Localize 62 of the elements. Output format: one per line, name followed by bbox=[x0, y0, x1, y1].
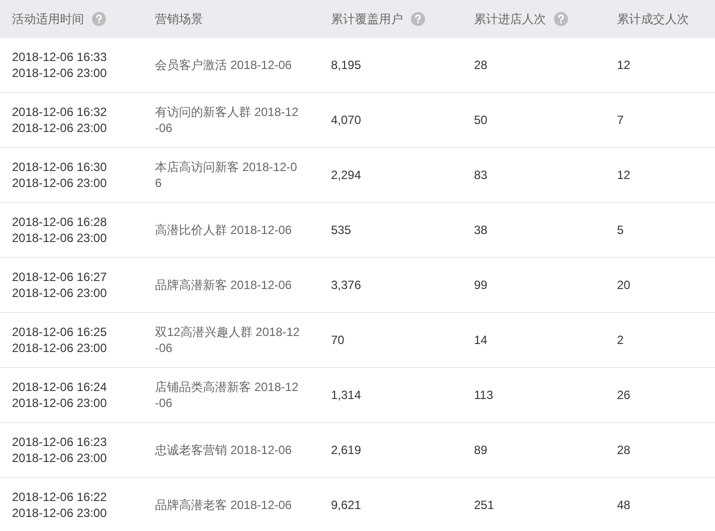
table-cell: 50 bbox=[474, 113, 488, 127]
help-icon[interactable] bbox=[554, 12, 568, 26]
scene-name: 品牌高潜老客 2018-12-06 bbox=[155, 498, 292, 512]
table-cell: 12 bbox=[617, 58, 630, 72]
scene-name: 有访问的新客人群 2018-12-06 bbox=[155, 105, 298, 135]
table-cell: 4,070 bbox=[331, 113, 362, 127]
table-cell: 251 bbox=[474, 498, 494, 512]
table-cell: 9,621 bbox=[331, 498, 362, 512]
table-cell: 38 bbox=[474, 223, 488, 237]
scene-name: 高潜比价人群 2018-12-06 bbox=[155, 223, 292, 237]
help-icon[interactable] bbox=[92, 12, 106, 26]
table-cell: 26 bbox=[617, 388, 630, 402]
table-cell: 83 bbox=[474, 168, 488, 182]
start-time: 2018-12-06 16:27 bbox=[12, 269, 108, 285]
column-header: 累计成交人次 bbox=[617, 11, 689, 28]
table-cell: 2 bbox=[617, 333, 624, 347]
table-cell: 28 bbox=[474, 58, 488, 72]
table-cell: 14 bbox=[474, 333, 488, 347]
table-cell: 20 bbox=[617, 278, 630, 292]
end-time: 2018-12-06 23:00 bbox=[12, 340, 108, 356]
table-cell: 535 bbox=[331, 223, 352, 237]
start-time: 2018-12-06 16:33 bbox=[12, 49, 108, 65]
column-header: 活动适用时间 bbox=[12, 11, 84, 28]
end-time: 2018-12-06 23:00 bbox=[12, 120, 108, 136]
column-header: 营销场景 bbox=[155, 11, 203, 28]
help-icon[interactable] bbox=[411, 12, 425, 26]
scene-name: 本店高访问新客 2018-12-06 bbox=[155, 160, 298, 190]
end-time: 2018-12-06 23:00 bbox=[12, 175, 108, 191]
start-time: 2018-12-06 16:22 bbox=[12, 489, 108, 505]
scene-name: 店铺品类高潜新客 2018-12-06 bbox=[155, 380, 298, 410]
table-cell: 89 bbox=[474, 443, 488, 457]
scene-name: 忠诚老客营销 2018-12-06 bbox=[155, 443, 292, 457]
table-cell: 2,619 bbox=[331, 443, 362, 457]
table-cell: 8,195 bbox=[331, 58, 362, 72]
end-time: 2018-12-06 23:00 bbox=[12, 285, 108, 301]
table-cell: 113 bbox=[474, 388, 494, 402]
table-cell: 2,294 bbox=[331, 168, 362, 182]
start-time: 2018-12-06 16:24 bbox=[12, 379, 108, 395]
column-header: 累计进店人次 bbox=[474, 11, 546, 28]
end-time: 2018-12-06 23:00 bbox=[12, 450, 108, 466]
scene-name: 双12高潜兴趣人群 2018-12-06 bbox=[155, 325, 300, 355]
table-cell: 12 bbox=[617, 168, 630, 182]
table-cell: 5 bbox=[617, 223, 624, 237]
column-header: 累计覆盖用户 bbox=[331, 11, 403, 28]
start-time: 2018-12-06 16:25 bbox=[12, 324, 108, 340]
table-cell: 7 bbox=[617, 113, 624, 127]
table-cell: 48 bbox=[617, 498, 630, 512]
scene-name: 品牌高潜新客 2018-12-06 bbox=[155, 278, 292, 292]
start-time: 2018-12-06 16:28 bbox=[12, 214, 108, 230]
table-cell: 1,314 bbox=[331, 388, 362, 402]
table-cell: 99 bbox=[474, 278, 488, 292]
end-time: 2018-12-06 23:00 bbox=[12, 65, 108, 81]
start-time: 2018-12-06 16:23 bbox=[12, 434, 108, 450]
end-time: 2018-12-06 23:00 bbox=[12, 395, 108, 411]
scene-name: 会员客户激活 2018-12-06 bbox=[155, 58, 292, 72]
start-time: 2018-12-06 16:30 bbox=[12, 159, 108, 175]
table-cell: 28 bbox=[617, 443, 630, 457]
table-cell: 3,376 bbox=[331, 278, 362, 292]
table-cell: 70 bbox=[331, 333, 344, 347]
end-time: 2018-12-06 23:00 bbox=[12, 505, 108, 521]
start-time: 2018-12-06 16:32 bbox=[12, 104, 108, 120]
end-time: 2018-12-06 23:00 bbox=[12, 230, 108, 246]
